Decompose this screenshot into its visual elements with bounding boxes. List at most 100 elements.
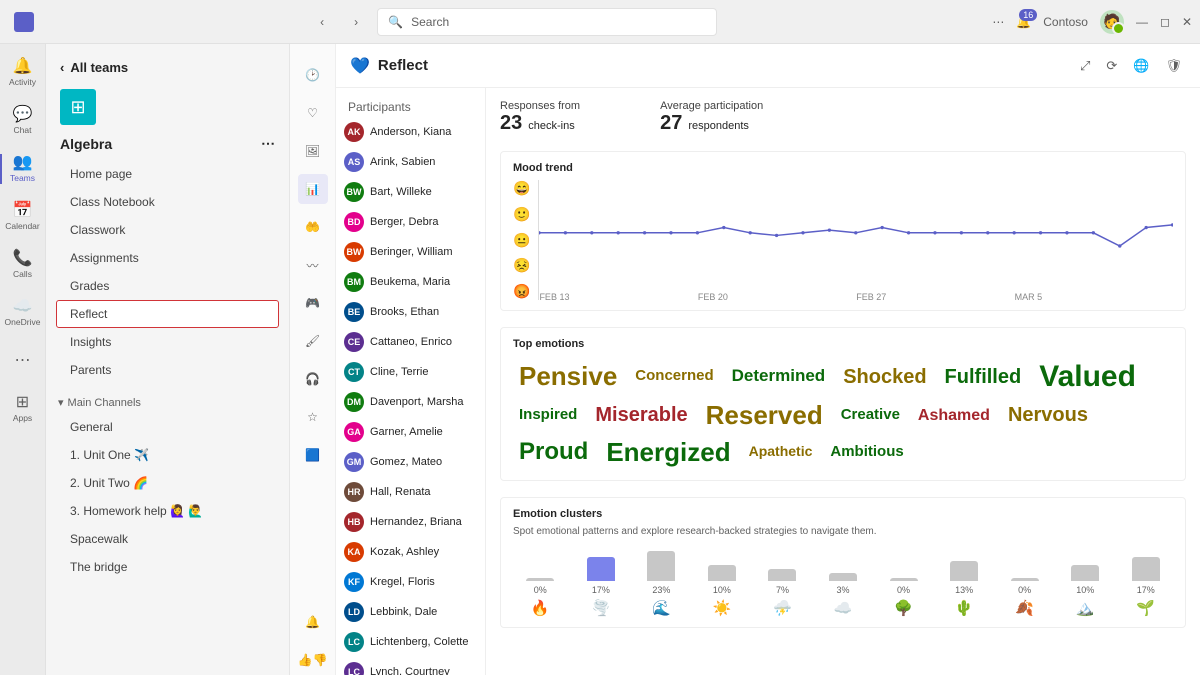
cluster-item[interactable]: 0%🍂 (997, 578, 1052, 617)
emotion-word[interactable]: Apathetic (749, 444, 813, 459)
participant-item[interactable]: CECattaneo, Enrico (344, 330, 485, 354)
reflect-nav-game-icon[interactable]: 🎮 (298, 288, 328, 318)
reflect-nav-thumbs-icon[interactable]: 👍👎 (298, 645, 328, 675)
cluster-item[interactable]: 10%🏔️ (1058, 565, 1113, 617)
channel-item[interactable]: General (56, 413, 279, 441)
channel-item[interactable]: 2. Unit Two 🌈 (56, 469, 279, 497)
nav-forward-button[interactable]: › (343, 9, 369, 35)
channel-item[interactable]: 1. Unit One ✈️ (56, 441, 279, 469)
team-tab-parents[interactable]: Parents (56, 356, 279, 384)
emotion-word[interactable]: Fulfilled (945, 366, 1022, 388)
refresh-icon[interactable]: ⟳ (1102, 54, 1121, 78)
emotion-word[interactable]: Nervous (1008, 404, 1088, 426)
rail-item-more[interactable]: ⋯ (0, 338, 46, 384)
reflect-nav-care-icon[interactable]: 🤲 (298, 212, 328, 242)
window-close-icon[interactable]: ✕ (1182, 15, 1192, 29)
participant-item[interactable]: KAKozak, Ashley (344, 540, 485, 564)
participant-avatar: GA (344, 422, 364, 442)
participant-item[interactable]: BEBrooks, Ethan (344, 300, 485, 324)
window-minimize-icon[interactable]: — (1136, 15, 1148, 29)
more-icon[interactable]: ⋯ (992, 15, 1004, 29)
participant-item[interactable]: KFKregel, Floris (344, 570, 485, 594)
participant-item[interactable]: ASArink, Sabien (344, 150, 485, 174)
cluster-item[interactable]: 13%🌵 (937, 561, 992, 617)
team-header[interactable]: Algebra ⋯ (56, 131, 279, 160)
emotion-word[interactable]: Energized (606, 438, 730, 467)
participant-item[interactable]: BWBart, Willeke (344, 180, 485, 204)
participant-item[interactable]: AKAnderson, Kiana (344, 120, 485, 144)
emotion-word[interactable]: Ambitious (830, 444, 903, 461)
globe-icon[interactable]: 🌐 (1129, 54, 1153, 78)
reflect-nav-pulse-icon[interactable]: 〰 (298, 250, 328, 280)
participant-item[interactable]: GAGarner, Amelie (344, 420, 485, 444)
team-tab-class-notebook[interactable]: Class Notebook (56, 188, 279, 216)
shield-icon[interactable]: 🛡 (1161, 54, 1186, 78)
rail-item-apps[interactable]: ⊞Apps (0, 386, 46, 432)
reflect-nav-notify-icon[interactable]: 🔔 (298, 607, 328, 637)
rail-item-teams[interactable]: 👥Teams (0, 146, 46, 192)
emotion-word[interactable]: Reserved (706, 401, 823, 430)
reflect-nav-clock-icon[interactable]: 🕑 (298, 60, 328, 90)
channel-item[interactable]: The bridge (56, 553, 279, 581)
rail-item-chat[interactable]: 💬Chat (0, 98, 46, 144)
emotion-word[interactable]: Shocked (843, 366, 926, 388)
participant-item[interactable]: BDBerger, Debra (344, 210, 485, 234)
search-input[interactable]: 🔍 Search (377, 8, 717, 36)
team-tab-insights[interactable]: Insights (56, 328, 279, 356)
participant-item[interactable]: LCLynch, Courtney (344, 660, 485, 675)
reflect-nav-insights-icon[interactable]: 📊 (298, 174, 328, 204)
participant-item[interactable]: HBHernandez, Briana (344, 510, 485, 534)
participant-item[interactable]: LCLichtenberg, Colette (344, 630, 485, 654)
rail-item-calendar[interactable]: 📅Calendar (0, 194, 46, 240)
participant-item[interactable]: BWBeringer, William (344, 240, 485, 264)
participant-item[interactable]: HRHall, Renata (344, 480, 485, 504)
team-tab-assignments[interactable]: Assignments (56, 244, 279, 272)
emotion-word[interactable]: Proud (519, 439, 588, 465)
team-tab-reflect[interactable]: Reflect (56, 300, 279, 328)
participant-item[interactable]: BMBeukema, Maria (344, 270, 485, 294)
reflect-nav-brush-icon[interactable]: 🖌 (298, 326, 328, 356)
emotion-word[interactable]: Miserable (595, 404, 687, 426)
participant-item[interactable]: DMDavenport, Marsha (344, 390, 485, 414)
cluster-item[interactable]: 7%⛈️ (755, 569, 810, 617)
team-tab-home-page[interactable]: Home page (56, 160, 279, 188)
emotion-word[interactable]: Concerned (635, 368, 713, 385)
emotion-word[interactable]: Ashamed (918, 407, 990, 425)
participant-item[interactable]: GMGomez, Mateo (344, 450, 485, 474)
user-avatar[interactable]: 🧑 (1100, 10, 1124, 34)
notifications-icon[interactable]: 🔔16 (1016, 15, 1031, 29)
window-maximize-icon[interactable]: ◻ (1160, 15, 1170, 29)
participant-item[interactable]: LDLebbink, Dale (344, 600, 485, 624)
channel-item[interactable]: 3. Homework help 🙋‍♀️ 🙋‍♂️ (56, 497, 279, 525)
emotion-word[interactable]: Valued (1039, 360, 1136, 393)
reflect-nav-heart-icon[interactable]: ♡ (298, 98, 328, 128)
cluster-item[interactable]: 3%☁️ (816, 573, 871, 617)
rail-item-calls[interactable]: 📞Calls (0, 242, 46, 288)
participant-item[interactable]: CTCline, Terrie (344, 360, 485, 384)
team-tab-grades[interactable]: Grades (56, 272, 279, 300)
reflect-nav-app-icon[interactable]: 🟦 (298, 440, 328, 470)
expand-icon[interactable]: ⤢ (1076, 54, 1094, 78)
cluster-item[interactable]: 17%🌱 (1118, 557, 1173, 617)
cluster-item[interactable]: 23%🌊 (634, 551, 689, 617)
reflect-nav-star-icon[interactable]: ☆ (298, 402, 328, 432)
channel-item[interactable]: Spacewalk (56, 525, 279, 553)
emotion-word[interactable]: Inspired (519, 407, 577, 424)
reflect-nav-image-icon[interactable]: 🖼 (298, 136, 328, 166)
rail-item-onedrive[interactable]: ☁️OneDrive (0, 290, 46, 336)
cluster-item[interactable]: 17%🌪️ (574, 557, 629, 617)
nav-back-button[interactable]: ‹ (309, 9, 335, 35)
emotion-word[interactable]: Pensive (519, 362, 617, 391)
section-main-channels[interactable]: ▾ Main Channels (56, 384, 279, 413)
reflect-nav-headphones-icon[interactable]: 🎧 (298, 364, 328, 394)
emotion-word[interactable]: Creative (841, 407, 900, 424)
team-tab-classwork[interactable]: Classwork (56, 216, 279, 244)
stat-participation: Average participation 27respondents (660, 100, 763, 135)
cluster-item[interactable]: 0%🌳 (876, 578, 931, 617)
rail-item-activity[interactable]: 🔔Activity (0, 50, 46, 96)
cluster-item[interactable]: 10%☀️ (695, 565, 750, 617)
back-to-all-teams[interactable]: ‹ All teams (56, 52, 279, 89)
cluster-item[interactable]: 0%🔥 (513, 578, 568, 617)
more-icon[interactable]: ⋯ (261, 135, 275, 152)
emotion-word[interactable]: Determined (732, 367, 826, 386)
